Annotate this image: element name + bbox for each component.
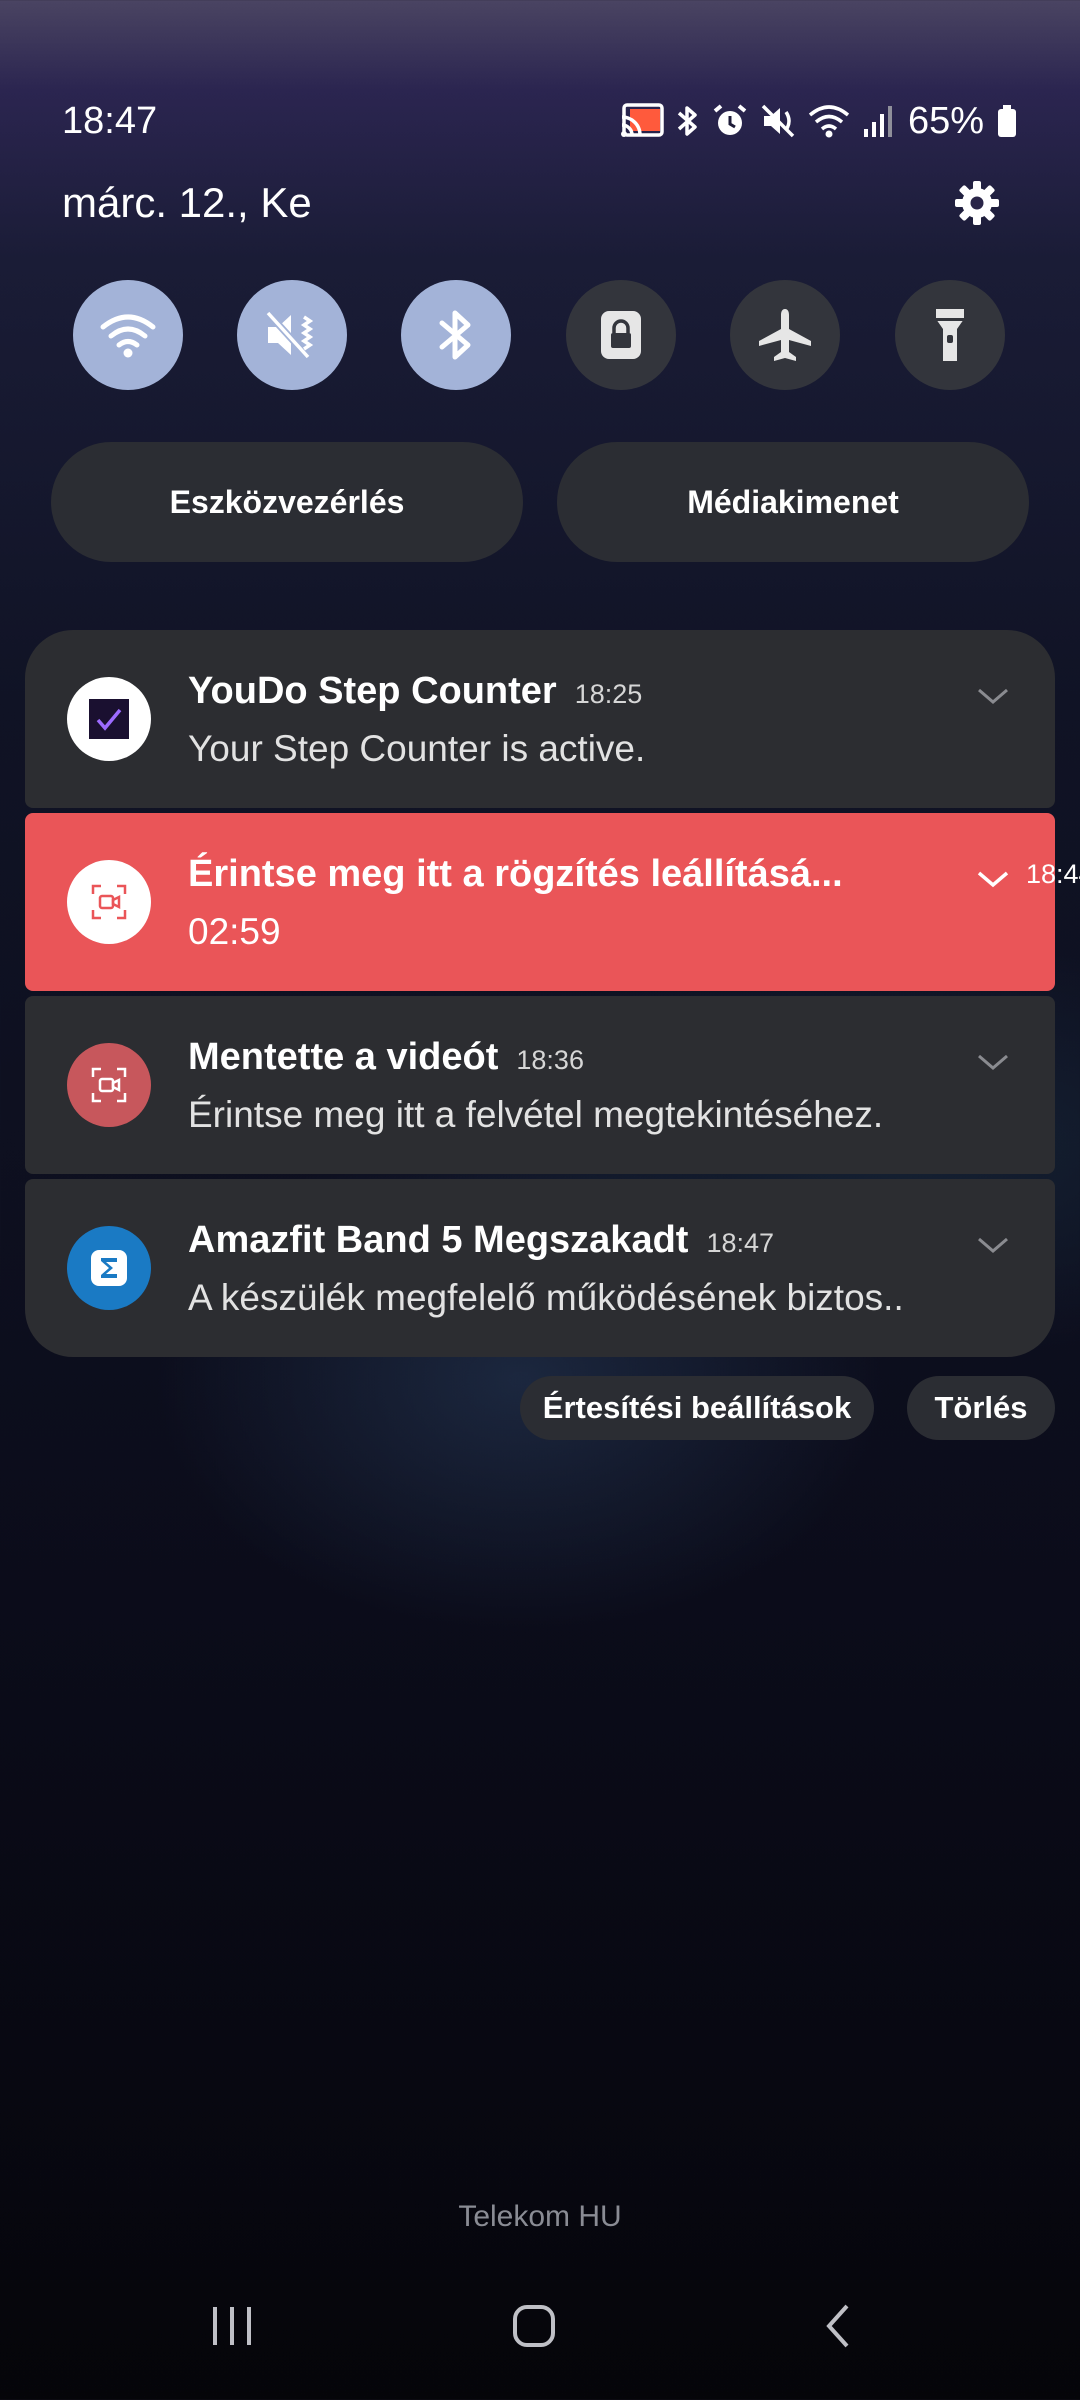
notification-title: Érintse meg itt a rögzítés leállításá...… — [188, 851, 1080, 897]
youdo-app-icon — [67, 677, 151, 761]
notification-step-counter[interactable]: YouDo Step Counter 18:25 Your Step Counte… — [25, 630, 1055, 808]
screen-recorder-icon — [67, 1043, 151, 1127]
navigation-bar — [0, 2250, 1080, 2400]
cast-icon — [620, 103, 664, 139]
notification-title: YouDo Step Counter 18:25 — [188, 670, 643, 712]
signal-icon — [862, 103, 894, 139]
chevron-down-icon[interactable] — [975, 1050, 1011, 1074]
bluetooth-icon — [439, 310, 471, 360]
date-label: márc. 12., Ke — [62, 179, 312, 226]
home-button[interactable] — [494, 2286, 574, 2366]
notification-text: A készülék megfelelő működésének biztos.… — [188, 1277, 904, 1318]
wifi-icon — [100, 314, 156, 358]
chevron-down-icon[interactable] — [975, 1233, 1011, 1257]
mute-vibrate-icon — [265, 310, 314, 360]
bluetooth-icon — [676, 103, 700, 139]
airplane-mode-toggle[interactable] — [730, 280, 840, 390]
recent-apps-button[interactable] — [192, 2286, 272, 2366]
device-control-button[interactable]: Eszközvezérlés — [51, 442, 523, 562]
notification-time: 18:44 — [1026, 859, 1080, 889]
bluetooth-toggle[interactable] — [401, 280, 511, 390]
flashlight-icon — [936, 309, 964, 361]
screen-recorder-icon — [67, 860, 151, 944]
notification-title: Mentette a videót 18:36 — [188, 1036, 584, 1078]
wifi-icon — [808, 103, 850, 139]
status-bar: 18:47 65% — [62, 96, 1018, 146]
mute-icon — [760, 103, 796, 139]
notification-text: Érintse meg itt a felvétel megtekintéséh… — [188, 1094, 884, 1135]
quick-settings-row — [73, 280, 1005, 390]
mute-toggle[interactable] — [237, 280, 347, 390]
rotation-lock-toggle[interactable] — [566, 280, 676, 390]
home-icon — [513, 2305, 555, 2347]
battery-percent: 65% — [907, 100, 984, 142]
flashlight-toggle[interactable] — [895, 280, 1005, 390]
alarm-icon — [712, 103, 748, 139]
chevron-down-icon[interactable] — [975, 867, 1011, 891]
airplane-icon — [759, 309, 811, 361]
recording-timer: 02:59 — [188, 911, 281, 952]
notification-time: 18:36 — [516, 1045, 584, 1075]
zepp-app-icon — [67, 1226, 151, 1310]
media-output-button[interactable]: Médiakimenet — [557, 442, 1029, 562]
notification-video-saved[interactable]: Mentette a videót 18:36 Érintse meg itt a… — [25, 996, 1055, 1174]
notification-settings-button[interactable]: Értesítési beállítások — [520, 1376, 874, 1440]
notification-time: 18:47 — [706, 1228, 775, 1258]
back-button[interactable] — [798, 2286, 878, 2366]
notification-screen-recording[interactable]: Érintse meg itt a rögzítés leállításá...… — [25, 813, 1080, 991]
lock-icon — [601, 311, 641, 359]
recent-apps-icon — [213, 2307, 251, 2345]
notification-text: Your Step Counter is active. — [188, 728, 646, 769]
carrier-label: Telekom HU — [458, 2200, 622, 2233]
battery-icon — [996, 103, 1018, 139]
settings-gear-icon[interactable] — [950, 176, 1004, 230]
back-icon — [826, 2304, 849, 2348]
notification-title: Amazfit Band 5 Megszakadt 18:47 — [188, 1219, 775, 1261]
chevron-down-icon[interactable] — [975, 684, 1011, 708]
wifi-toggle[interactable] — [73, 280, 183, 390]
status-time: 18:47 — [62, 100, 158, 142]
notification-time: 18:25 — [574, 679, 643, 709]
status-icons: 65% — [620, 96, 1018, 146]
notification-amazfit[interactable]: Amazfit Band 5 Megszakadt 18:47 A készülé… — [25, 1179, 1055, 1357]
clear-all-button[interactable]: Törlés — [907, 1376, 1055, 1440]
